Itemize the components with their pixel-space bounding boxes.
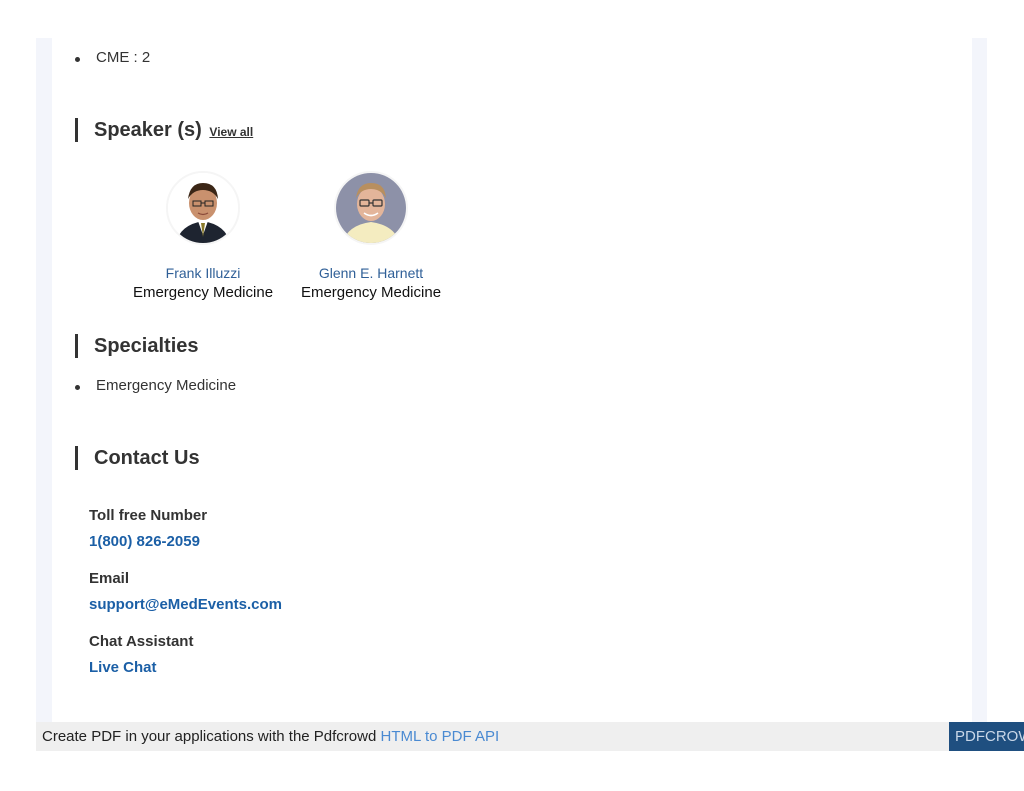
specialty-text: Emergency Medicine bbox=[96, 377, 237, 394]
email-label: Email bbox=[89, 570, 130, 587]
support-email-link[interactable]: support@eMedEvents.com bbox=[89, 596, 282, 613]
html-to-pdf-api-link[interactable]: HTML to PDF API bbox=[381, 728, 500, 745]
contact-heading: Contact Us bbox=[75, 446, 200, 470]
pdfcrowd-brand-button[interactable]: PDFCROWD bbox=[949, 722, 1024, 751]
live-chat-link[interactable]: Live Chat bbox=[89, 659, 157, 676]
contact-title: Contact Us bbox=[94, 447, 200, 469]
bullet-dot bbox=[75, 57, 80, 62]
pdfcrowd-footer-bar: Create PDF in your applications with the… bbox=[36, 722, 1024, 751]
speaker-avatar[interactable] bbox=[166, 171, 240, 245]
speakers-heading: Speaker (s) View all bbox=[75, 118, 253, 142]
toll-free-label: Toll free Number bbox=[89, 507, 208, 524]
speakers-title: Speaker (s) bbox=[94, 119, 202, 141]
specialties-heading: Specialties bbox=[75, 334, 199, 358]
cme-credit-text: CME : 2 bbox=[96, 49, 151, 66]
speaker-avatar[interactable] bbox=[334, 171, 408, 245]
speaker-specialty: Emergency Medicine bbox=[132, 284, 274, 301]
pdfcrowd-footer-text: Create PDF in your applications with the… bbox=[42, 728, 499, 745]
event-details-content: CME : 2 Speaker (s) View all Frank Illuz… bbox=[52, 38, 972, 722]
speaker-photo-icon bbox=[336, 173, 406, 243]
speaker-card[interactable]: Frank Illuzzi Emergency Medicine bbox=[118, 171, 288, 301]
toll-free-number-link[interactable]: 1(800) 826-2059 bbox=[89, 533, 200, 550]
speaker-photo-icon bbox=[168, 173, 238, 243]
speaker-specialty: Emergency Medicine bbox=[300, 284, 442, 301]
speaker-card[interactable]: Glenn E. Harnett Emergency Medicine bbox=[286, 171, 456, 301]
bullet-dot bbox=[75, 385, 80, 390]
speaker-name-link[interactable]: Glenn E. Harnett bbox=[286, 265, 456, 281]
pdfcrowd-promo-text: Create PDF in your applications with the… bbox=[42, 728, 377, 745]
chat-assistant-label: Chat Assistant bbox=[89, 633, 194, 650]
speaker-name-link[interactable]: Frank Illuzzi bbox=[118, 265, 288, 281]
view-all-speakers-link[interactable]: View all bbox=[209, 125, 253, 139]
specialties-title: Specialties bbox=[94, 335, 199, 357]
